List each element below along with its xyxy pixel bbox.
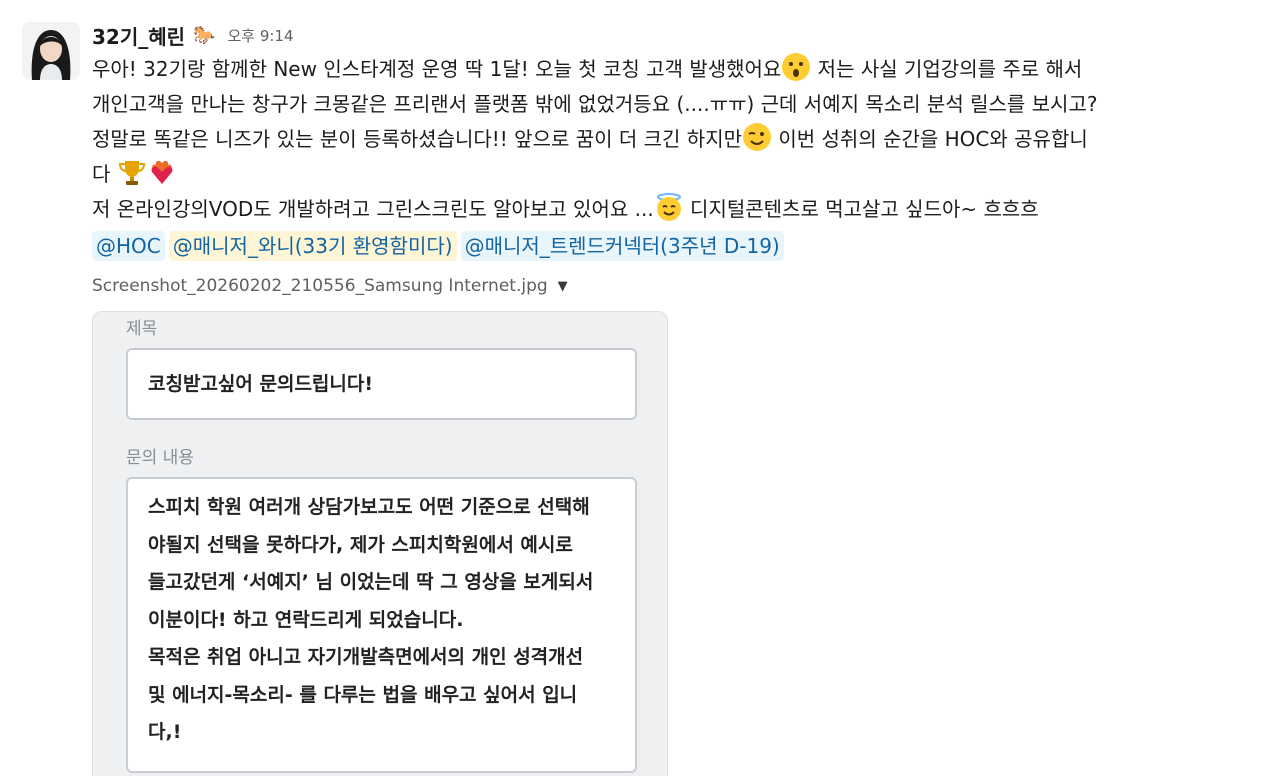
astonished-face-icon (782, 53, 811, 81)
form-title-label: 제목 (126, 319, 158, 339)
form-title-box: 코칭받고싶어 문의드립니다! (126, 348, 637, 420)
attachment-file-name[interactable]: Screenshot_20260202_210556_Samsung Inter… (92, 276, 548, 296)
mention-row: @HOC @매니저_와니(33기 환영함미다) @매니저_트렌드커넥터(3주년 D-… (92, 227, 1272, 262)
form-content-line: 들고갔던게 ‘서예지’ 님 이었는데 딱 그 영상을 보게되서 (148, 571, 594, 593)
form-content-line: 야될지 선택을 못하다가, 제가 스피치학원에서 예시로 (148, 533, 573, 556)
form-content-line: 이분이다! 하고 연락드리게 되었습니다. (148, 608, 464, 631)
avatar[interactable] (22, 22, 80, 80)
message-line: 정말로 똑같은 니즈가 있는 분이 등록하셨습니다!! 앞으로 꿈이 더 크긴 … (92, 122, 1272, 157)
form-content-text: 스피치 학원 여러개 상담가보고도 어떤 기준으로 선택해 야될지 선택을 못하… (148, 489, 593, 752)
smiling-face-with-halo-icon (656, 193, 681, 221)
message-line: 개인고객을 만나는 창구가 크몽같은 프리랜서 플랫폼 밖에 없었거등요 (..… (92, 92, 1098, 116)
horse-icon: 🐎 (193, 24, 216, 46)
message-header: 32기_혜린 🐎 오후 9:14 (92, 20, 294, 50)
heart-on-fire-icon (151, 160, 173, 184)
attachment-header: Screenshot_20260202_210556_Samsung Inter… (92, 273, 568, 299)
message-timestamp[interactable]: 오후 9:14 (227, 25, 293, 46)
message-line: 우아! 32기랑 함께한 New 인스타계정 운영 딱 1달! 오늘 첫 코칭 … (92, 52, 1272, 87)
form-content-line: 스피치 학원 여러개 상담가보고도 어떤 기준으로 선택해 (148, 496, 590, 518)
winking-face-icon (743, 123, 772, 151)
message-line: 다 (92, 157, 1272, 192)
form-content-line: 및 에너지-목소리- 를 다루는 법을 배우고 싶어서 입니 (148, 683, 578, 706)
avatar-image (22, 22, 80, 80)
form-content-line: 목적은 취업 아니고 자기개발측면에서의 개인 성격개선 (148, 646, 584, 668)
chevron-down-icon[interactable]: ▼ (558, 279, 568, 294)
attachment-image-preview[interactable]: 제목 코칭받고싶어 문의드립니다! 문의 내용 스피치 학원 여러개 상담가보고… (92, 311, 668, 776)
mention-manager-wani[interactable]: @매니저_와니(33기 환영함미다) (168, 231, 457, 261)
mention-hoc[interactable]: @HOC (92, 231, 165, 261)
mention-manager-trendconnector[interactable]: @매니저_트렌드커넥터(3주년 D-19) (460, 231, 784, 261)
trophy-icon (118, 161, 145, 185)
message-line: 저 온라인강의VOD도 개발하려고 그린스크린도 알아보고 있어요 ... 디지… (92, 192, 1272, 227)
form-content-line: 다,! (148, 721, 182, 743)
form-title-value: 코칭받고싶어 문의드립니다! (148, 373, 374, 395)
form-content-label: 문의 내용 (126, 448, 194, 468)
message-body: 우아! 32기랑 함께한 New 인스타계정 운영 딱 1달! 오늘 첫 코칭 … (92, 52, 1272, 262)
form-content-box: 스피치 학원 여러개 상담가보고도 어떤 기준으로 선택해 야될지 선택을 못하… (126, 477, 637, 773)
sender-name[interactable]: 32기_혜린 (92, 21, 185, 50)
